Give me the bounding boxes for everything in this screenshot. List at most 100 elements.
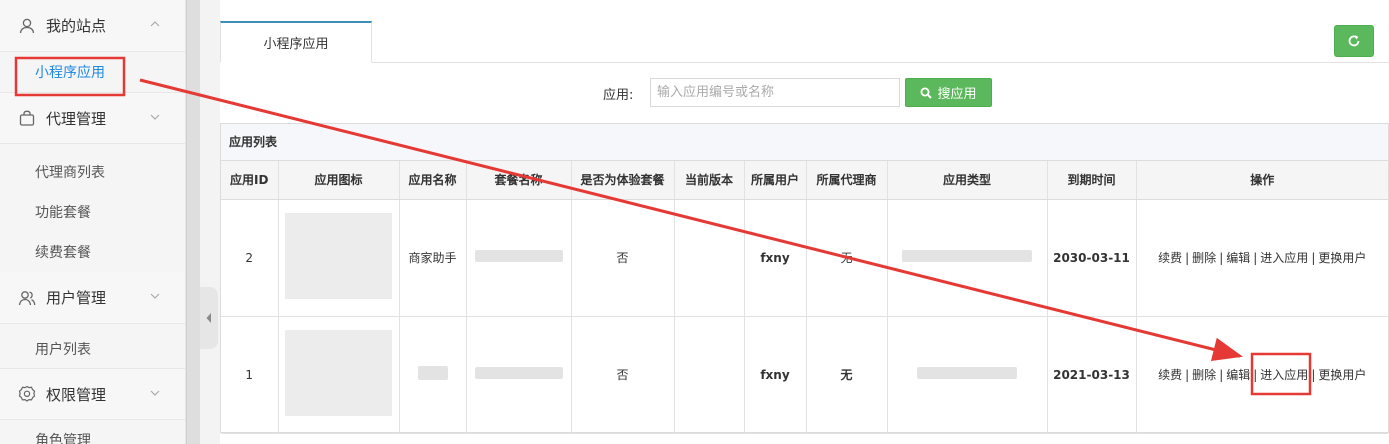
edit-link[interactable]: 编辑 (1226, 251, 1250, 265)
tab-label: 小程序应用 (263, 37, 329, 52)
main-area: 小程序应用 应用: 搜应用 应用列表 应用ID (200, 0, 1389, 444)
col-header-actions: 操作 (1136, 161, 1388, 200)
users-icon (18, 289, 36, 307)
enter-app-link[interactable]: 进入应用 (1260, 251, 1308, 265)
col-header-agent[interactable]: 所属代理商 (806, 161, 888, 200)
app-table: 应用ID 应用图标 应用名称 套餐名称 是否为体验套餐 当前版本 所属用户 所属… (221, 161, 1388, 434)
sidebar-group-label: 权限管理 (46, 385, 107, 404)
sidebar-item-feature-plan[interactable]: 功能套餐 (0, 192, 185, 232)
col-header-plan[interactable]: 套餐名称 (466, 161, 572, 200)
col-header-expire[interactable]: 到期时间 (1047, 161, 1137, 200)
sidebar-group-label: 我的站点 (46, 17, 107, 35)
cell-icon (278, 316, 400, 434)
col-header-type[interactable]: 应用类型 (887, 161, 1048, 200)
cell-id: 2 (221, 199, 279, 317)
cell-user: fxny (744, 199, 807, 317)
sidebar-group-user[interactable]: 用户管理 (0, 272, 185, 324)
cell-plan (466, 316, 572, 434)
renew-link[interactable]: 续费 (1158, 368, 1182, 382)
change-user-link[interactable]: 更换用户 (1318, 368, 1366, 382)
redacted-text (902, 250, 1032, 262)
cell-actions: 续费 | 删除 | 编辑 | 进入应用 | 更换用户 (1136, 316, 1388, 434)
chevron-down-icon (150, 114, 160, 120)
sidebar-item-label: 代理商列表 (35, 165, 105, 181)
refresh-button[interactable] (1334, 25, 1374, 57)
app-icon-image (285, 213, 392, 299)
chevron-left-icon (206, 313, 211, 323)
user-icon (18, 17, 36, 35)
sidebar-item-label: 续费套餐 (35, 245, 91, 261)
sidebar-group-label: 用户管理 (46, 289, 107, 307)
sidebar-item-label: 用户列表 (35, 342, 91, 358)
cell-id: 1 (221, 316, 279, 434)
cell-name (399, 316, 467, 434)
redacted-text (474, 367, 563, 379)
sidebar-group-agent[interactable]: 代理管理 (0, 92, 185, 144)
app-icon-image (285, 330, 392, 416)
content-panel: 小程序应用 应用: 搜应用 应用列表 应用ID (220, 0, 1389, 444)
sidebar-item-label: 小程序应用 (35, 65, 105, 81)
tab-bar: 小程序应用 (220, 21, 1389, 63)
cell-version (674, 316, 745, 434)
cell-type (887, 316, 1048, 434)
redacted-text (917, 367, 1017, 379)
search-label: 应用: (603, 88, 634, 103)
cell-expire: 2030-03-11 (1047, 199, 1137, 317)
edit-link[interactable]: 编辑 (1226, 368, 1250, 382)
cell-trial: 否 (571, 199, 675, 317)
sidebar-item-label: 角色管理 (35, 433, 91, 444)
chevron-up-icon (150, 21, 160, 27)
col-header-trial[interactable]: 是否为体验套餐 (571, 161, 675, 200)
sidebar-item-mini-program[interactable]: 小程序应用 (0, 52, 185, 92)
app-list: 应用列表 应用ID 应用图标 应用名称 套餐名称 是否为体验套餐 当前版本 所属… (220, 123, 1389, 434)
sidebar-group-permission[interactable]: 权限管理 (0, 368, 185, 420)
redacted-text (474, 250, 563, 262)
sidebar-collapse-handle[interactable] (200, 287, 218, 349)
gear-icon (18, 385, 36, 403)
col-header-id[interactable]: 应用ID (221, 161, 279, 200)
col-header-user[interactable]: 所属用户 (744, 161, 807, 200)
sidebar-item-agent-list[interactable]: 代理商列表 (0, 152, 185, 192)
sidebar: 我的站点 小程序应用 代理管理 代理商列表 功能套餐 续费套餐 用户管理 用户列… (0, 0, 186, 444)
table-header-row: 应用ID 应用图标 应用名称 套餐名称 是否为体验套餐 当前版本 所属用户 所属… (221, 161, 1388, 200)
search-button[interactable]: 搜应用 (905, 78, 992, 107)
sidebar-item-role-manage[interactable]: 角色管理 (0, 420, 185, 444)
search-input[interactable] (650, 78, 900, 107)
tab-mini-program[interactable]: 小程序应用 (220, 21, 372, 63)
enter-app-link[interactable]: 进入应用 (1260, 368, 1308, 382)
sidebar-group-my-site[interactable]: 我的站点 (0, 0, 185, 52)
cell-trial: 否 (571, 316, 675, 434)
cell-icon (278, 199, 400, 317)
col-header-icon[interactable]: 应用图标 (278, 161, 400, 200)
refresh-icon (1348, 35, 1360, 47)
table-row: 2 商家助手 否 fxny 无 2030-03-11 续费 | 删除 | 编辑 | 进入应用… (221, 199, 1388, 317)
cell-plan (466, 199, 572, 317)
cell-user: fxny (744, 316, 807, 434)
search-bar: 应用: 搜应用 (220, 78, 1389, 108)
cell-actions: 续费 | 删除 | 编辑 | 进入应用 | 更换用户 (1136, 199, 1388, 317)
search-button-label: 搜应用 (937, 87, 977, 102)
col-header-version[interactable]: 当前版本 (674, 161, 745, 200)
chevron-down-icon (150, 293, 160, 299)
table-row: 1 否 fxny 无 2021-03-13 续费 | 删除 | 编辑 | 进入应用 | 更换用户 (221, 316, 1388, 434)
redacted-text (417, 366, 448, 380)
delete-link[interactable]: 删除 (1192, 368, 1216, 382)
chevron-down-icon (150, 390, 160, 396)
sidebar-group-label: 代理管理 (46, 109, 107, 128)
cell-agent: 无 (806, 199, 888, 317)
cell-type (887, 199, 1048, 317)
change-user-link[interactable]: 更换用户 (1318, 251, 1366, 265)
renew-link[interactable]: 续费 (1158, 251, 1182, 265)
list-title: 应用列表 (221, 124, 1388, 161)
bag-icon (18, 109, 36, 127)
cell-agent: 无 (806, 316, 888, 434)
sidebar-item-renewal-plan[interactable]: 续费套餐 (0, 232, 185, 272)
sidebar-scrollbar[interactable] (186, 0, 200, 444)
sidebar-item-user-list[interactable]: 用户列表 (0, 324, 185, 368)
delete-link[interactable]: 删除 (1192, 251, 1216, 265)
col-header-name[interactable]: 应用名称 (399, 161, 467, 200)
search-icon (920, 87, 933, 99)
sidebar-item-label: 功能套餐 (35, 205, 91, 221)
cell-expire: 2021-03-13 (1047, 316, 1137, 434)
cell-name: 商家助手 (399, 199, 467, 317)
